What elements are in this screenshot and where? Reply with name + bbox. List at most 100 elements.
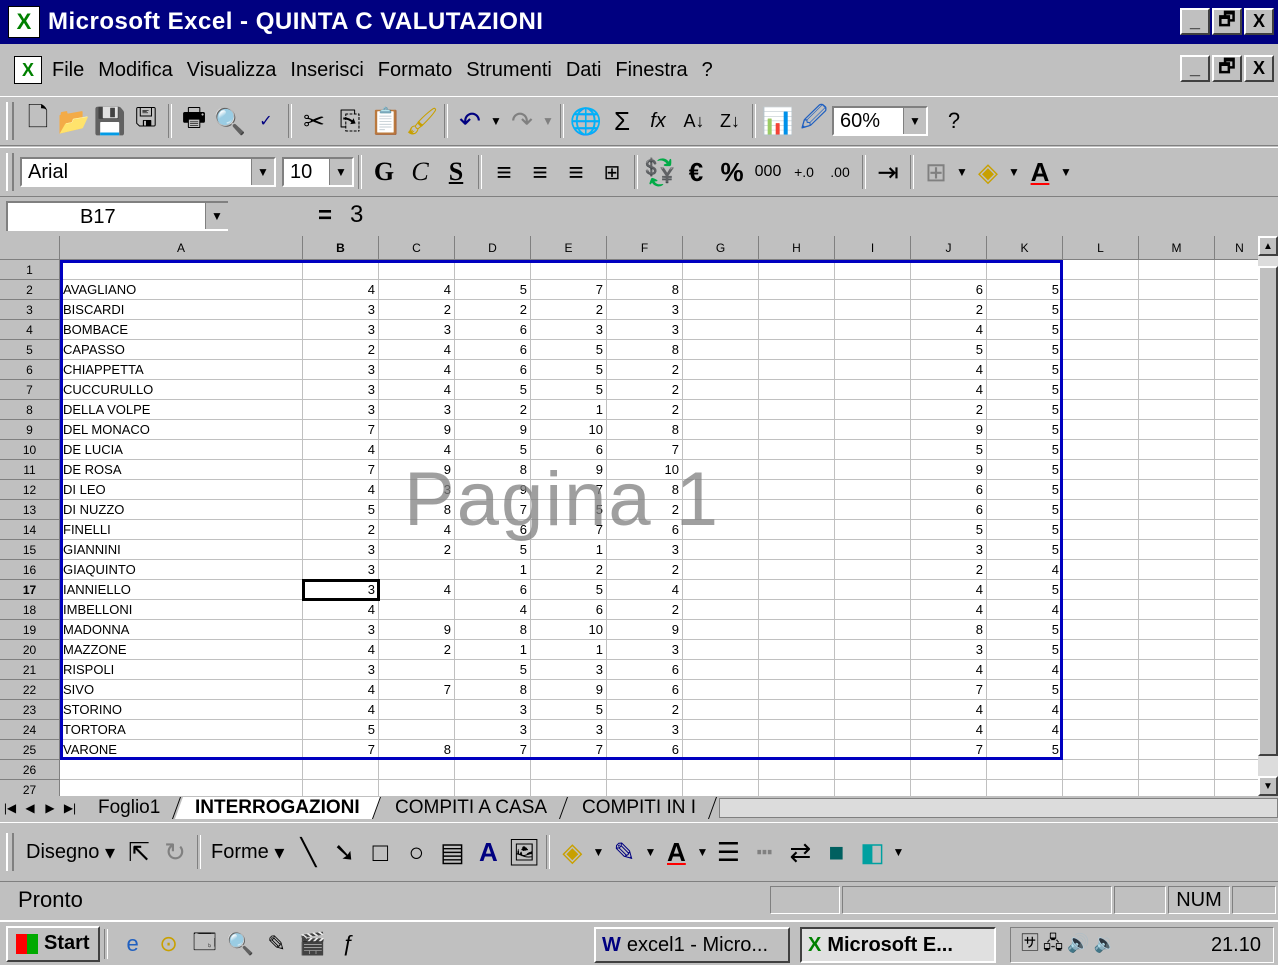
cell-j[interactable]: 4 (911, 580, 987, 600)
cell-d[interactable]: 9 (455, 420, 531, 440)
cell-name[interactable]: DE LUCIA (60, 440, 303, 460)
cell-k[interactable]: 5 (987, 280, 1063, 300)
spelling-icon[interactable]: ✓ (248, 102, 284, 140)
shadow-icon[interactable]: ■ (818, 833, 854, 871)
cell-k[interactable]: 5 (987, 440, 1063, 460)
cell-e[interactable]: 6 (531, 600, 607, 620)
cell-l[interactable] (1063, 580, 1139, 600)
cell-j[interactable]: 3 (911, 540, 987, 560)
print-preview-icon[interactable]: 🔍 (212, 102, 248, 140)
cell-h[interactable] (759, 420, 835, 440)
cell-d[interactable]: 5 (455, 540, 531, 560)
cell-l[interactable] (1063, 340, 1139, 360)
cell-e[interactable]: 10 (531, 620, 607, 640)
column-header-h[interactable]: H (759, 236, 835, 260)
cell-i[interactable] (835, 640, 911, 660)
cell-k[interactable]: 5 (987, 340, 1063, 360)
cell-b[interactable]: 3 (303, 580, 379, 600)
cell-b[interactable] (303, 760, 379, 780)
cell-l[interactable] (1063, 400, 1139, 420)
cell-g[interactable] (683, 680, 759, 700)
cell-c[interactable]: 2 (379, 640, 455, 660)
cell-g[interactable] (683, 640, 759, 660)
currency-icon[interactable]: 💱 (642, 153, 678, 191)
cell-b[interactable]: 7 (303, 420, 379, 440)
cell-k[interactable]: 5 (987, 460, 1063, 480)
cell-d[interactable]: 6 (455, 320, 531, 340)
cell-name[interactable]: MADONNA (60, 620, 303, 640)
cell-l[interactable] (1063, 320, 1139, 340)
row-header[interactable]: 19 (0, 620, 60, 640)
row-header[interactable]: 4 (0, 320, 60, 340)
row-header[interactable]: 12 (0, 480, 60, 500)
cell-l[interactable] (1063, 440, 1139, 460)
cell-c[interactable]: 2 (379, 540, 455, 560)
cell-name[interactable]: RISPOLI (60, 660, 303, 680)
row-header[interactable]: 11 (0, 460, 60, 480)
cell-b[interactable]: 3 (303, 400, 379, 420)
cell-g[interactable] (683, 400, 759, 420)
font-select[interactable]: Arial ▼ (20, 157, 276, 187)
cell-c[interactable]: 4 (379, 440, 455, 460)
column-header-g[interactable]: G (683, 236, 759, 260)
cell-f[interactable]: 7 (607, 440, 683, 460)
cell-e[interactable]: 5 (531, 360, 607, 380)
cell-i[interactable] (835, 480, 911, 500)
cell-m[interactable] (1139, 500, 1215, 520)
column-header-e[interactable]: E (531, 236, 607, 260)
cell-h[interactable] (759, 680, 835, 700)
row-header[interactable]: 22 (0, 680, 60, 700)
cell-b[interactable]: 3 (303, 320, 379, 340)
percent-button[interactable]: % (714, 153, 750, 191)
3d-icon[interactable]: ◧ (854, 833, 890, 871)
cell-i[interactable] (835, 440, 911, 460)
forme-menu[interactable]: Forme ▾ (205, 833, 290, 871)
cell-e[interactable]: 5 (531, 500, 607, 520)
menu-visualizza[interactable]: Visualizza (187, 59, 277, 82)
oval-icon[interactable]: ○ (398, 833, 434, 871)
cell-e[interactable]: 7 (531, 480, 607, 500)
cell-h[interactable] (759, 640, 835, 660)
cell-d[interactable]: 6 (455, 580, 531, 600)
cell-name[interactable]: DE ROSA (60, 460, 303, 480)
decrease-decimal-icon[interactable]: .00 (822, 153, 858, 191)
function-icon[interactable]: fx (640, 102, 676, 140)
cell-m[interactable] (1139, 580, 1215, 600)
cell-m[interactable] (1139, 640, 1215, 660)
cell-c[interactable]: 4 (379, 340, 455, 360)
taskbar-word-button[interactable]: W excel1 - Micro... (594, 927, 790, 963)
cell-d[interactable]: 6 (455, 360, 531, 380)
cell-k[interactable]: 5 (987, 540, 1063, 560)
column-header-d[interactable]: D (455, 236, 531, 260)
copy-icon[interactable]: ⎘ (332, 102, 368, 140)
cell-l[interactable] (1063, 260, 1139, 280)
cell-c[interactable]: 3 (379, 400, 455, 420)
cell-l[interactable] (1063, 640, 1139, 660)
cell-g[interactable] (683, 360, 759, 380)
cell-i[interactable] (835, 420, 911, 440)
cell-g[interactable] (683, 480, 759, 500)
cell-e[interactable] (531, 260, 607, 280)
cell-f[interactable] (607, 260, 683, 280)
cell-j[interactable]: 4 (911, 600, 987, 620)
cell-f[interactable]: 3 (607, 320, 683, 340)
outlook-icon[interactable]: ⊙ (154, 929, 184, 959)
cell-k[interactable]: 5 (987, 580, 1063, 600)
cell-k[interactable]: 5 (987, 480, 1063, 500)
chevron-down-icon[interactable]: ▼ (251, 159, 274, 185)
draw-fill-dropdown-icon[interactable]: ▼ (590, 833, 606, 871)
sort-ascending-icon[interactable]: A↓ (676, 102, 712, 140)
align-right-icon[interactable]: ≡ (558, 153, 594, 191)
cell-h[interactable] (759, 400, 835, 420)
rectangle-icon[interactable]: □ (362, 833, 398, 871)
cell-c[interactable]: 8 (379, 500, 455, 520)
cell-c[interactable] (379, 700, 455, 720)
cell-h[interactable] (759, 520, 835, 540)
cell-l[interactable] (1063, 780, 1139, 796)
cell-m[interactable] (1139, 560, 1215, 580)
cell-g[interactable] (683, 460, 759, 480)
cell-m[interactable] (1139, 340, 1215, 360)
paste-icon[interactable]: 📋 (368, 102, 404, 140)
row-header[interactable]: 20 (0, 640, 60, 660)
cell-k[interactable]: 5 (987, 400, 1063, 420)
